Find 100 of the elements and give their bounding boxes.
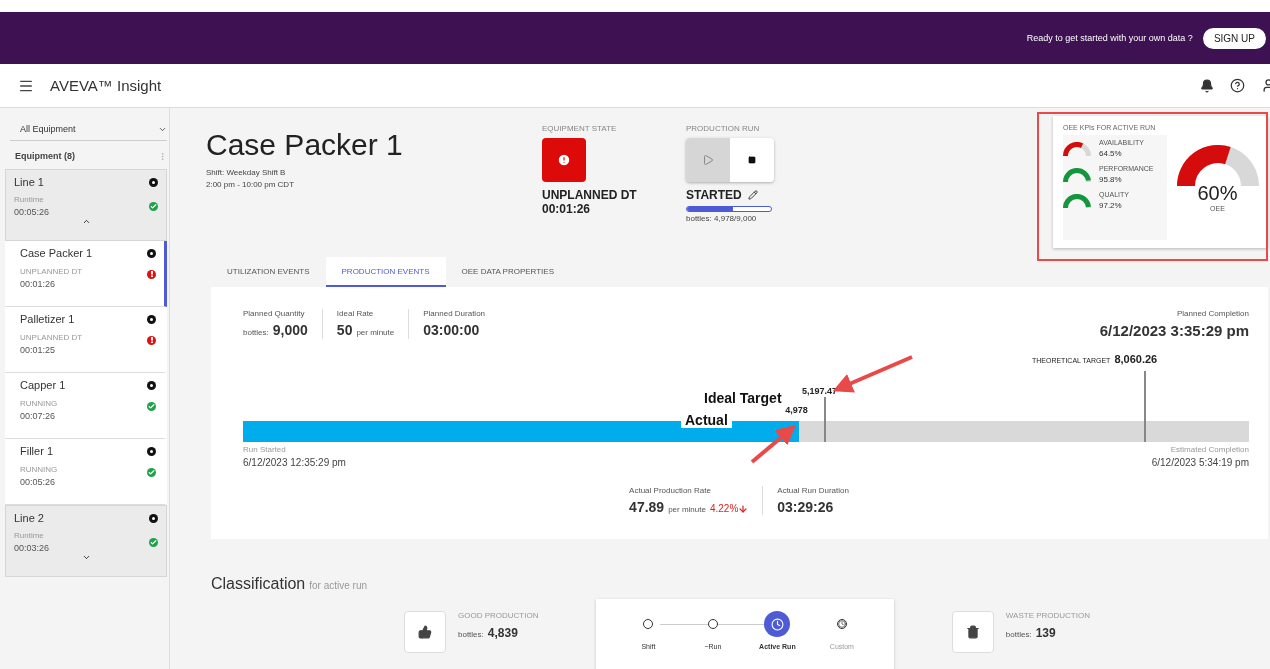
bell-icon[interactable] bbox=[1200, 78, 1214, 93]
production-value: 4,839 bbox=[487, 626, 518, 640]
tab[interactable]: PRODUCTION EVENTS bbox=[325, 257, 446, 288]
info-icon[interactable] bbox=[149, 513, 158, 523]
estimated-label: Estimated Completion bbox=[1170, 445, 1249, 455]
equipment-name: Filler 1 bbox=[20, 445, 53, 457]
edit-icon[interactable] bbox=[747, 190, 758, 200]
section-subtitle: for active run bbox=[309, 580, 368, 591]
play-icon bbox=[702, 154, 714, 166]
stat-unit: per minute bbox=[668, 505, 706, 515]
stat-value: 47.89 bbox=[629, 499, 665, 516]
stat-label: Planned Completion bbox=[1176, 309, 1249, 319]
stop-icon bbox=[748, 156, 756, 164]
target-value: 8,060.26 bbox=[1114, 353, 1158, 366]
stat-label: Actual Production Rate bbox=[629, 486, 712, 496]
run-count: bottles: 4,978/9,000 bbox=[686, 214, 758, 223]
sidebar-heading: Equipment (8) bbox=[15, 151, 75, 161]
kpi-gauge bbox=[1063, 167, 1091, 182]
section-label: EQUIPMENT STATE bbox=[542, 124, 618, 133]
stat-unit: bottles: bbox=[243, 328, 269, 338]
equipment-title: Case Packer 1 bbox=[206, 128, 404, 162]
stat-value: 03:00:00 bbox=[423, 322, 480, 339]
oee-value: 60% bbox=[1197, 182, 1238, 205]
equipment-item[interactable]: Case Packer 1 UNPLANNED DT 00:01:26 bbox=[5, 241, 167, 307]
equipment-state: RUNNING bbox=[20, 399, 58, 408]
group-name: Line 1 bbox=[14, 176, 44, 188]
equipment-state: UNPLANNED DT bbox=[20, 333, 83, 342]
run-started-label: Run Started bbox=[243, 445, 286, 455]
estimated-value: 6/12/2023 5:34:19 pm bbox=[1151, 457, 1249, 469]
stat-value: 6/12/2023 3:35:29 pm bbox=[1099, 322, 1249, 340]
ideal-target-value: 5,197.47 bbox=[801, 386, 837, 397]
state-text: UNPLANNED DT bbox=[542, 188, 638, 202]
info-icon[interactable] bbox=[147, 314, 156, 324]
tab[interactable]: OEE DATA PROPERTIES bbox=[445, 257, 570, 288]
info-icon[interactable] bbox=[147, 248, 156, 258]
group-time: 00:05:26 bbox=[14, 207, 50, 217]
group-state: Runtime bbox=[14, 195, 45, 204]
equipment-state: RUNNING bbox=[20, 465, 58, 474]
equipment-name: Capper 1 bbox=[20, 379, 66, 391]
actual-value: 4,978 bbox=[785, 405, 808, 416]
equipment-time: 00:07:26 bbox=[20, 411, 57, 421]
expand-icon[interactable] bbox=[81, 553, 91, 562]
kpi-value: 97.2% bbox=[1099, 201, 1123, 210]
down-arrow-icon bbox=[738, 503, 749, 514]
trash-icon bbox=[951, 611, 994, 653]
stat-label: Ideal Rate bbox=[336, 309, 375, 319]
shift-text: Shift: Weekday Shift B bbox=[206, 168, 287, 177]
stat-unit: bottles: bbox=[458, 630, 484, 639]
stat-unit: bottles: bbox=[1005, 630, 1032, 639]
collapse-icon[interactable] bbox=[81, 217, 91, 226]
group-item[interactable]: Line 1 Runtime 00:05:26 bbox=[5, 169, 167, 241]
run-started-value: 6/12/2023 12:35:29 pm bbox=[243, 457, 346, 469]
rate-change: 4.22% bbox=[709, 503, 739, 515]
kpi-value: 64.5% bbox=[1099, 149, 1123, 158]
state-time: 00:01:26 bbox=[542, 202, 592, 216]
section-label: PRODUCTION RUN bbox=[686, 124, 761, 133]
group-time: 00:03:26 bbox=[14, 543, 50, 553]
clock-icon bbox=[770, 617, 784, 631]
group-item[interactable]: Line 2 Runtime 00:03:26 bbox=[5, 505, 167, 577]
equipment-filter[interactable]: All Equipment bbox=[10, 110, 167, 141]
production-label: GOOD PRODUCTION bbox=[458, 611, 539, 620]
clock-icon bbox=[837, 618, 846, 630]
ideal-target-marker bbox=[823, 397, 826, 443]
equipment-time: 00:05:26 bbox=[20, 477, 57, 487]
stat-label: Actual Run Duration bbox=[777, 486, 849, 496]
kpi-value: 95.8% bbox=[1099, 175, 1123, 184]
equipment-state: UNPLANNED DT bbox=[20, 267, 83, 276]
kpi-gauge bbox=[1063, 193, 1091, 208]
run-status: STARTED bbox=[686, 188, 742, 202]
equipment-time: 00:01:26 bbox=[20, 279, 57, 289]
stat-label: Planned Quantity bbox=[243, 309, 306, 319]
tab[interactable]: UTILIZATION EVENTS bbox=[211, 257, 326, 288]
help-icon[interactable] bbox=[1230, 78, 1245, 93]
section-title: Classification bbox=[211, 575, 306, 593]
equipment-item[interactable]: Filler 1 RUNNING 00:05:26 bbox=[5, 439, 167, 505]
equipment-name: Case Packer 1 bbox=[20, 247, 93, 259]
app-title: AVEVA™ Insight bbox=[50, 77, 163, 94]
equipment-time: 00:01:25 bbox=[20, 345, 57, 355]
shift-hours: 2:00 pm - 10:00 pm CDT bbox=[206, 180, 296, 189]
info-icon[interactable] bbox=[147, 380, 156, 390]
sign-up-button[interactable]: SIGN UP bbox=[1202, 27, 1266, 49]
alert-icon bbox=[557, 153, 571, 167]
annotation-arrow bbox=[750, 424, 797, 464]
production-label: WASTE PRODUCTION bbox=[1005, 611, 1090, 620]
info-icon[interactable] bbox=[149, 177, 158, 187]
group-name: Line 2 bbox=[14, 512, 44, 524]
theoretical-target-marker bbox=[1143, 371, 1146, 443]
stat-value: 50 bbox=[336, 322, 353, 339]
equipment-item[interactable]: Palletizer 1 UNPLANNED DT 00:01:25 bbox=[5, 307, 167, 373]
kpi-gauge bbox=[1063, 141, 1091, 156]
thumbs-up-icon bbox=[404, 611, 446, 653]
info-icon[interactable] bbox=[147, 446, 156, 456]
stat-value: 03:29:26 bbox=[777, 499, 835, 516]
banner-text: Ready to get started with your own data ? bbox=[1026, 33, 1193, 43]
group-state: Runtime bbox=[14, 531, 45, 540]
equipment-item[interactable]: Capper 1 RUNNING 00:07:26 bbox=[5, 373, 167, 439]
stat-value: 9,000 bbox=[272, 322, 308, 339]
equipment-name: Palletizer 1 bbox=[20, 313, 75, 325]
stat-label: Planned Duration bbox=[423, 309, 486, 319]
production-value: 139 bbox=[1035, 626, 1056, 640]
